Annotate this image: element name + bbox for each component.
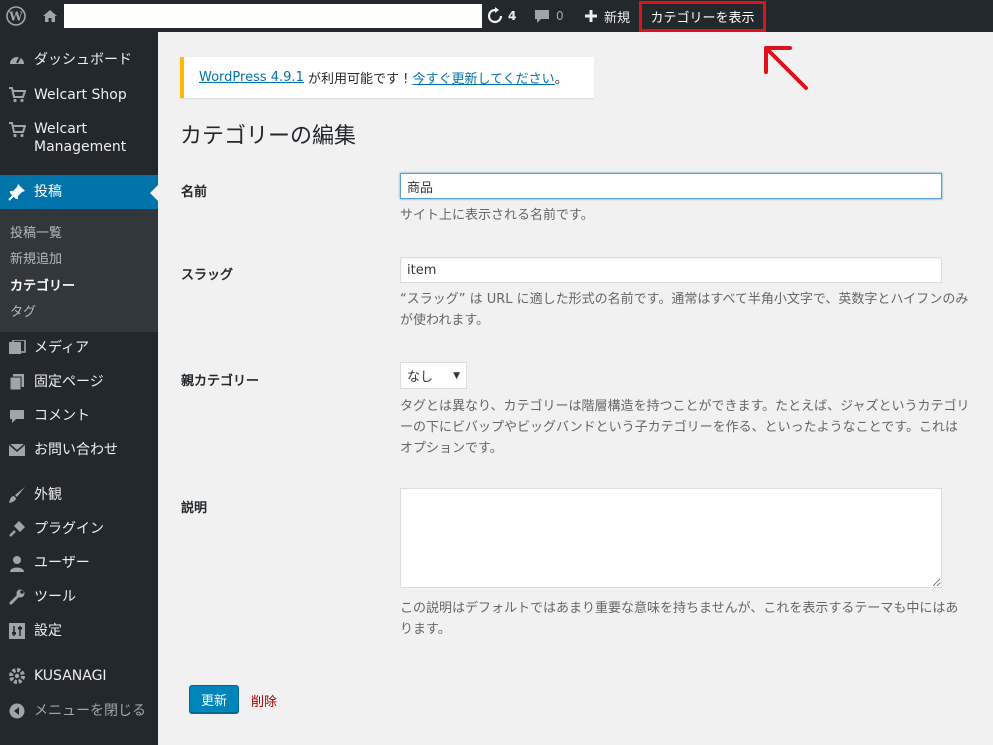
dropdown-arrow-icon: ▼ bbox=[453, 370, 460, 381]
comment-icon bbox=[0, 409, 34, 424]
slug-input[interactable] bbox=[400, 257, 942, 283]
submenu-item-all-posts[interactable]: 投稿一覧 bbox=[10, 222, 62, 241]
parent-category-value: なし bbox=[407, 370, 434, 385]
plugin-icon bbox=[0, 520, 34, 538]
admin-sidebar: ダッシュボード Welcart Shop Welcart Management … bbox=[0, 32, 158, 745]
sidebar-item-posts[interactable]: 投稿 bbox=[0, 175, 158, 209]
notice-end: 。 bbox=[554, 72, 568, 87]
sidebar-item-tools[interactable]: ツール bbox=[0, 585, 158, 609]
site-name-redacted[interactable] bbox=[64, 4, 482, 28]
submenu-item-categories[interactable]: カテゴリー bbox=[10, 275, 75, 294]
posts-submenu: 投稿一覧 新規追加 カテゴリー タグ bbox=[0, 209, 158, 332]
update-notice: WordPress 4.9.1 が利用可能です ! 今すぐ更新してください 。 bbox=[180, 57, 594, 98]
media-icon bbox=[0, 340, 34, 356]
description-label: 説明 bbox=[181, 501, 208, 516]
comments-menu[interactable]: 0 bbox=[534, 0, 564, 32]
sidebar-item-settings[interactable]: 設定 bbox=[0, 619, 158, 643]
gear-icon bbox=[0, 667, 34, 685]
description-textarea[interactable] bbox=[400, 488, 942, 588]
collapse-icon bbox=[0, 703, 34, 719]
name-description: サイト上に表示される名前です。 bbox=[400, 208, 594, 223]
refresh-icon bbox=[487, 7, 503, 24]
pin-icon bbox=[0, 183, 34, 201]
submenu-item-tags[interactable]: タグ bbox=[10, 301, 36, 320]
sidebar-item-contact[interactable]: お問い合わせ bbox=[0, 438, 158, 462]
slug-label: スラッグ bbox=[181, 268, 234, 283]
wordpress-logo-icon[interactable]: W bbox=[4, 0, 28, 32]
updates-count: 4 bbox=[508, 9, 517, 23]
brush-icon bbox=[0, 486, 34, 504]
parent-category-description: タグとは異なり、カテゴリーは階層構造を持つことができます。たとえば、ジャズという… bbox=[400, 399, 970, 456]
description-help: この説明はデフォルトではあまり重要な意味を持ちませんが、これを表示するテーマも中… bbox=[400, 601, 959, 637]
notice-text: が利用可能です ! bbox=[303, 72, 413, 87]
plus-icon bbox=[585, 10, 597, 22]
cart-icon bbox=[0, 120, 34, 138]
user-icon bbox=[0, 555, 34, 572]
comments-count: 0 bbox=[556, 9, 564, 23]
name-label: 名前 bbox=[181, 185, 208, 200]
new-content-menu[interactable]: 新規 bbox=[584, 0, 630, 32]
update-now-link[interactable]: 今すぐ更新してください bbox=[412, 68, 554, 87]
parent-category-select[interactable]: なし ▼ bbox=[400, 362, 467, 389]
page-title: カテゴリーの編集 bbox=[180, 124, 357, 149]
sidebar-item-appearance[interactable]: 外観 bbox=[0, 483, 158, 507]
parent-category-label: 親カテゴリー bbox=[181, 374, 260, 389]
settings-icon bbox=[0, 623, 34, 639]
annotation-arrow bbox=[764, 46, 808, 90]
delete-link[interactable]: 削除 bbox=[251, 691, 277, 710]
sidebar-item-welcart-management[interactable]: Welcart Management bbox=[0, 120, 158, 160]
submenu-item-add-new[interactable]: 新規追加 bbox=[10, 248, 62, 267]
sidebar-item-dashboard[interactable]: ダッシュボード bbox=[0, 48, 158, 72]
sidebar-item-media[interactable]: メディア bbox=[0, 336, 158, 360]
svg-text:W: W bbox=[8, 10, 23, 24]
collapse-menu-button[interactable]: メニューを閉じる bbox=[0, 699, 158, 723]
sidebar-item-users[interactable]: ユーザー bbox=[0, 551, 158, 575]
current-menu-arrow bbox=[150, 185, 158, 201]
page-icon bbox=[0, 373, 34, 391]
dashboard-icon bbox=[0, 51, 34, 69]
name-input[interactable] bbox=[400, 173, 942, 199]
new-label: 新規 bbox=[604, 10, 631, 26]
sidebar-item-welcart-shop[interactable]: Welcart Shop bbox=[0, 83, 158, 107]
updates-menu[interactable]: 4 bbox=[486, 0, 516, 32]
view-category-link[interactable]: カテゴリーを表示 bbox=[639, 1, 766, 32]
wordpress-version-link[interactable]: WordPress 4.9.1 bbox=[199, 70, 304, 85]
cart-icon bbox=[0, 87, 34, 103]
wrench-icon bbox=[0, 588, 34, 606]
mail-icon bbox=[0, 443, 34, 457]
sidebar-item-comments[interactable]: コメント bbox=[0, 404, 158, 428]
sidebar-item-plugins[interactable]: プラグイン bbox=[0, 517, 158, 541]
comment-icon bbox=[535, 9, 549, 23]
admin-bar: W 4 0 新規 カテゴリーを表示 bbox=[0, 0, 993, 32]
sidebar-item-kusanagi[interactable]: KUSANAGI bbox=[0, 664, 158, 688]
home-icon[interactable] bbox=[40, 0, 60, 32]
sidebar-item-pages[interactable]: 固定ページ bbox=[0, 370, 158, 394]
slug-description: “スラッグ” は URL に適した形式の名前です。通常はすべて半角小文字で、英数… bbox=[400, 292, 969, 328]
update-button[interactable]: 更新 bbox=[189, 685, 239, 713]
